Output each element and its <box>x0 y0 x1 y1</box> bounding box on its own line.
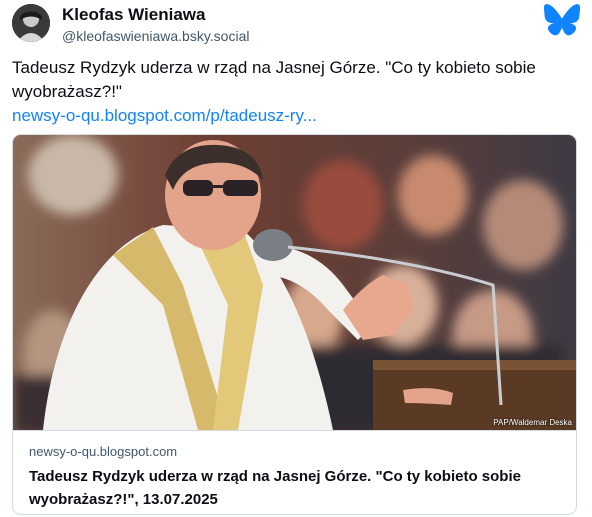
photo-credit: PAP/Waldemar Deska <box>493 418 572 427</box>
card-image: PAP/Waldemar Deska <box>13 135 576 430</box>
avatar[interactable] <box>12 4 50 42</box>
author-handle[interactable]: @kleofaswieniawa.bsky.social <box>62 26 249 46</box>
card-domain: newsy-o-qu.blogspot.com <box>29 444 178 459</box>
card-meta: newsy-o-qu.blogspot.com Tadeusz Rydzyk u… <box>13 430 576 514</box>
post-link[interactable]: newsy-o-qu.blogspot.com/p/tadeusz-ry... <box>12 104 317 128</box>
link-card[interactable]: PAP/Waldemar Deska newsy-o-qu.blogspot.c… <box>12 134 577 515</box>
card-title: Tadeusz Rydzyk uderza w rząd na Jasnej G… <box>29 468 521 508</box>
post-header: Kleofas Wieniawa @kleofaswieniawa.bsky.s… <box>12 4 580 46</box>
author-display-name[interactable]: Kleofas Wieniawa <box>62 5 249 25</box>
bluesky-butterfly-icon[interactable] <box>544 4 580 36</box>
avatar-photo <box>12 4 50 42</box>
card-photo <box>13 135 576 430</box>
post-text: Tadeusz Rydzyk uderza w rząd na Jasnej G… <box>12 58 536 101</box>
author-info: Kleofas Wieniawa @kleofaswieniawa.bsky.s… <box>62 5 249 46</box>
post: Kleofas Wieniawa @kleofaswieniawa.bsky.s… <box>0 0 592 517</box>
